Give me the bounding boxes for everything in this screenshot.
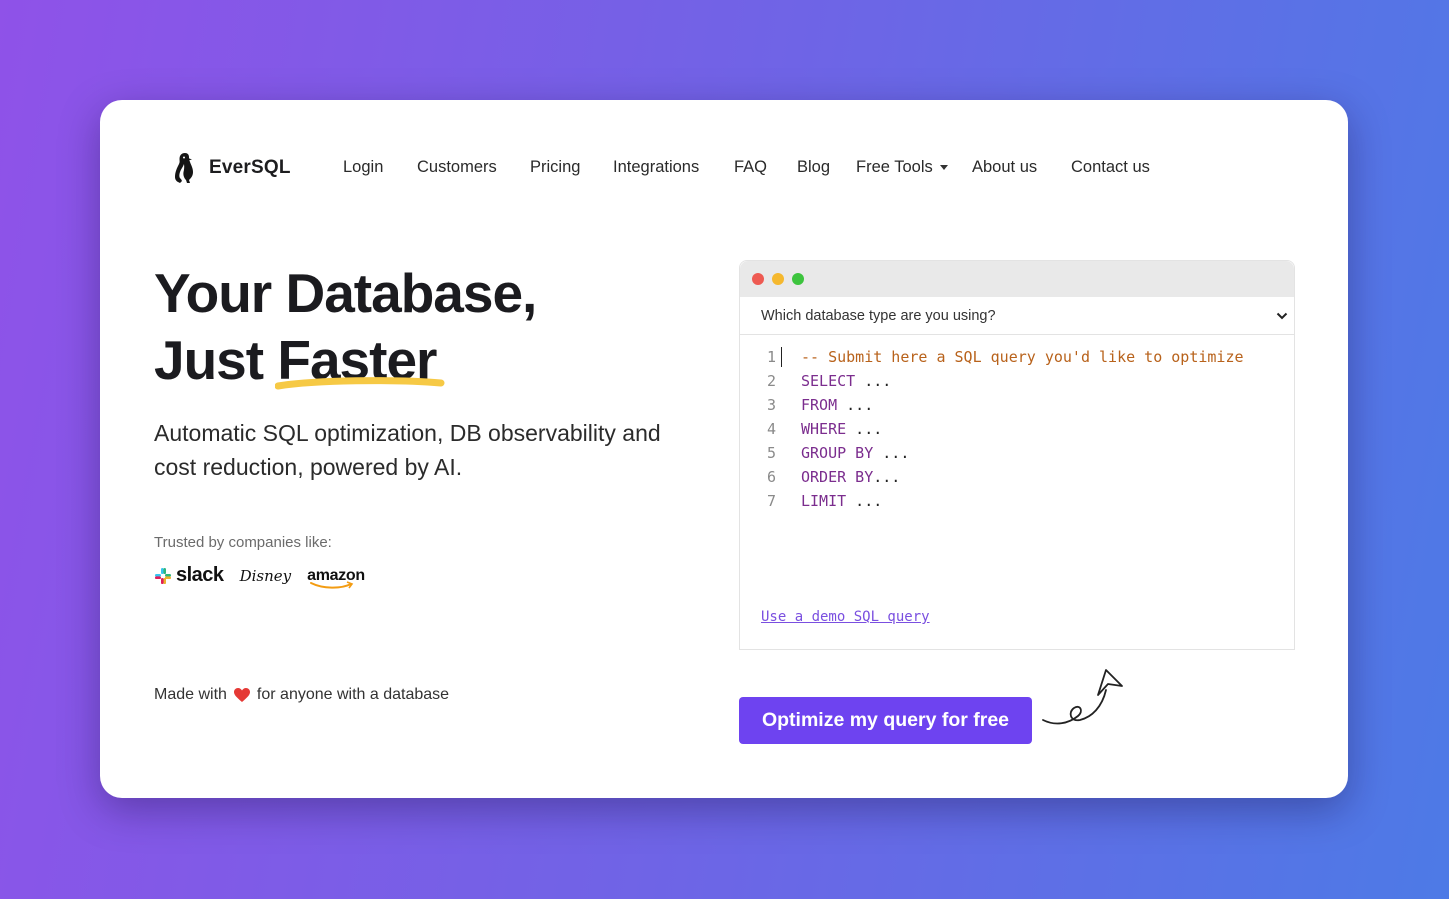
line-number: 1 [766, 348, 776, 366]
code-token: ... [873, 444, 910, 462]
code-line-content: WHERE ... [801, 420, 882, 438]
penguin-icon [175, 153, 193, 183]
trusted-label: Trusted by companies like: [154, 534, 332, 551]
heart-icon [233, 688, 250, 702]
brand-name: EverSQL [209, 157, 291, 178]
hero-subtitle: Automatic SQL optimization, DB observabi… [154, 420, 661, 480]
database-type-select[interactable]: Which database type are you using? [740, 297, 1294, 335]
amazon-logo: amazon [307, 567, 365, 589]
nav-login[interactable]: Login [343, 158, 383, 177]
optimize-query-button[interactable]: Optimize my query for free [739, 697, 1032, 744]
chevron-down-icon [1276, 312, 1288, 319]
nav-about[interactable]: About us [972, 158, 1037, 177]
window-maximize-dot [792, 273, 804, 285]
code-token: -- Submit here a SQL query you'd like to… [801, 348, 1244, 366]
line-number: 6 [766, 468, 776, 486]
code-token: ... [837, 396, 874, 414]
code-token: LIMIT [801, 492, 847, 510]
hero-title-line2: Just Faster [154, 327, 536, 394]
database-type-placeholder: Which database type are you using? [761, 307, 996, 324]
sql-editor-panel: Which database type are you using? 1 -- S… [739, 260, 1295, 650]
code-line: 6 ORDER BY... [740, 465, 1294, 489]
hero-title-prefix: Just [154, 329, 278, 391]
code-token: ... [846, 420, 883, 438]
editor-title-bar [740, 261, 1294, 297]
hero-card: EverSQL Login Customers Pricing Integrat… [100, 100, 1348, 798]
code-line: 2 SELECT ... [740, 369, 1294, 393]
code-token: ... [873, 468, 901, 486]
code-token: FROM [801, 396, 838, 414]
nav-faq[interactable]: FAQ [734, 158, 767, 177]
nav-customers[interactable]: Customers [417, 158, 497, 177]
code-line-content: GROUP BY ... [801, 444, 909, 462]
code-line: 3 FROM ... [740, 393, 1294, 417]
made-with-footer: Made with for anyone with a database [154, 686, 449, 704]
line-number: 7 [766, 492, 776, 510]
code-line: 7 LIMIT ... [740, 489, 1294, 513]
line-number: 3 [766, 396, 776, 414]
code-token: ... [846, 492, 883, 510]
window-minimize-dot [772, 273, 784, 285]
made-with-prefix: Made with [154, 686, 227, 703]
hero-title-highlight: Faster [275, 327, 445, 394]
made-with-suffix: for anyone with a database [256, 686, 450, 703]
code-token: ORDER BY [801, 468, 874, 486]
code-line-content: ORDER BY... [801, 468, 900, 486]
use-demo-query-link[interactable]: Use a demo SQL query [761, 609, 930, 625]
slack-icon [155, 567, 171, 584]
line-number: 4 [766, 420, 776, 438]
hero-title-line1: Your Database, [154, 262, 537, 324]
brand-logo[interactable]: EverSQL [173, 152, 291, 184]
nav-free-tools-label: Free Tools [856, 158, 933, 176]
code-token: WHERE [801, 420, 847, 438]
caret-down-icon [939, 165, 948, 171]
sql-code-area[interactable]: 1 -- Submit here a SQL query you'd like t… [740, 345, 1294, 513]
hero-title: Your Database, Just Faster [154, 260, 537, 394]
slack-logo: slack [154, 564, 224, 587]
customer-logos: slack Disney amazon [154, 564, 365, 589]
highlight-underline-icon [275, 377, 445, 390]
code-token: ... [855, 372, 892, 390]
top-nav: EverSQL Login Customers Pricing Integrat… [100, 100, 1348, 240]
code-line-content: LIMIT ... [801, 492, 882, 510]
amazon-smile-icon [310, 580, 354, 589]
nav-free-tools[interactable]: Free Tools [856, 158, 948, 177]
code-line-content: -- Submit here a SQL query you'd like to… [801, 348, 1244, 366]
disney-logo: Disney [239, 566, 292, 585]
code-line-content: FROM ... [801, 396, 873, 414]
code-token: GROUP BY [801, 444, 874, 462]
window-close-dot [752, 273, 764, 285]
line-number: 2 [766, 372, 776, 390]
code-line: 4 WHERE ... [740, 417, 1294, 441]
code-line: 1 -- Submit here a SQL query you'd like t… [740, 345, 1294, 369]
nav-contact[interactable]: Contact us [1071, 158, 1150, 177]
code-line-content: SELECT ... [801, 372, 891, 390]
nav-blog[interactable]: Blog [797, 158, 830, 177]
nav-pricing[interactable]: Pricing [530, 158, 580, 177]
curly-arrow-icon [1042, 669, 1123, 725]
code-token: SELECT [801, 372, 856, 390]
line-number: 5 [766, 444, 776, 462]
nav-integrations[interactable]: Integrations [613, 158, 699, 177]
code-line: 5 GROUP BY ... [740, 441, 1294, 465]
slack-logo-text: slack [176, 564, 224, 586]
